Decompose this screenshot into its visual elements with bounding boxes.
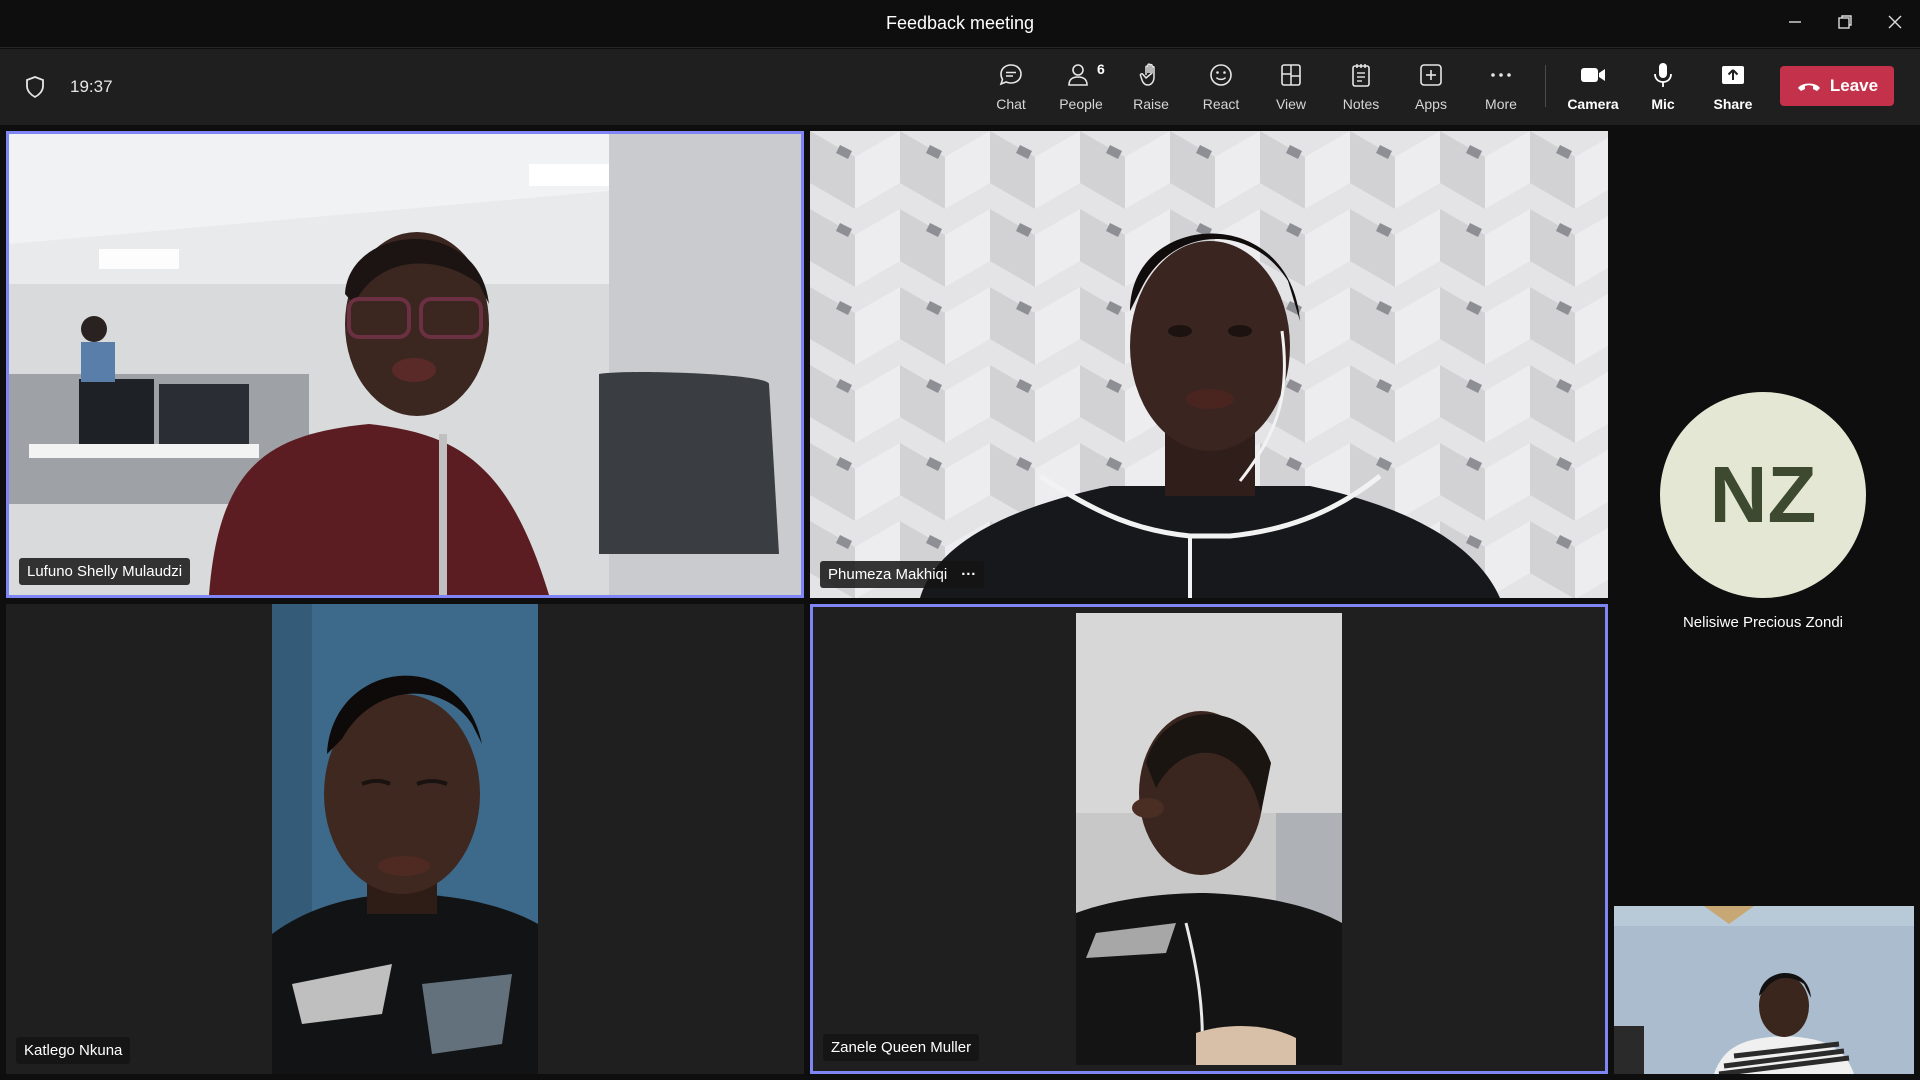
share-label: Share <box>1713 96 1753 112</box>
apps-button[interactable]: Apps <box>1400 59 1462 119</box>
mic-button[interactable]: Mic <box>1632 59 1694 119</box>
restore-button[interactable] <box>1820 0 1870 44</box>
avatar-initials: NZ <box>1709 450 1817 539</box>
raise-label: Raise <box>1133 96 1169 112</box>
share-button[interactable]: Share <box>1702 59 1764 119</box>
participant-video <box>272 604 538 1074</box>
smiley-icon <box>1210 64 1232 86</box>
close-button[interactable] <box>1870 0 1920 44</box>
hang-up-icon <box>1797 83 1820 91</box>
raise-hand-button[interactable]: Raise <box>1120 59 1182 119</box>
add-app-icon <box>1420 64 1442 86</box>
apps-label: Apps <box>1415 96 1447 112</box>
participant-tile-lufuno[interactable]: Lufuno Shelly Mulaudzi <box>6 131 804 598</box>
react-label: React <box>1202 96 1240 112</box>
share-screen-icon <box>1722 66 1744 84</box>
window-controls <box>1770 0 1920 48</box>
participant-more-options[interactable]: ··· <box>961 566 976 583</box>
more-button[interactable]: More <box>1470 59 1532 119</box>
microphone-icon <box>1654 63 1672 87</box>
leave-label: Leave <box>1829 76 1879 95</box>
restore-icon <box>1838 15 1852 29</box>
video-feed-geometric-wall <box>810 131 1608 598</box>
notes-button[interactable]: Notes <box>1330 59 1392 119</box>
more-dots-icon <box>1491 73 1511 77</box>
meeting-toolbar: 19:37 Chat 6 People Raise React View Not… <box>0 49 1920 125</box>
participant-name: Nelisiwe Precious Zondi <box>1682 614 1844 631</box>
participant-video <box>810 131 1608 598</box>
people-button[interactable]: 6 People <box>1050 59 1112 119</box>
participant-name-tag: Lufuno Shelly Mulaudzi <box>19 558 191 585</box>
camera-icon <box>1581 68 1605 82</box>
minimize-icon <box>1789 21 1801 23</box>
self-view-video[interactable] <box>1614 906 1914 1074</box>
participant-name: Katlego Nkuna <box>24 1042 123 1059</box>
more-label: More <box>1485 96 1517 112</box>
title-bar: Feedback meeting <box>0 0 1920 48</box>
video-feed-portrait <box>272 604 538 1074</box>
chat-label: Chat <box>996 96 1026 112</box>
notes-icon <box>1352 64 1370 87</box>
participant-name: Phumeza Makhiqi <box>828 566 948 583</box>
participant-tile-phumeza[interactable]: Phumeza Makhiqi ··· <box>810 131 1608 598</box>
layout-grid-icon <box>1281 64 1301 86</box>
chat-icon <box>999 64 1022 86</box>
raise-hand-icon <box>1139 63 1155 86</box>
video-feed-self <box>1614 906 1914 1074</box>
participant-name-tag: Zanele Queen Muller <box>823 1034 980 1061</box>
participant-video <box>1076 613 1342 1065</box>
notes-label: Notes <box>1342 96 1380 112</box>
view-button[interactable]: View <box>1260 59 1322 119</box>
shield-icon[interactable] <box>24 75 46 99</box>
meeting-timer: 19:37 <box>70 77 113 96</box>
people-label: People <box>1059 96 1103 112</box>
people-icon <box>1068 64 1088 86</box>
participant-name: Lufuno Shelly Mulaudzi <box>27 563 183 580</box>
meeting-title: Feedback meeting <box>885 13 1035 33</box>
participant-tile-katlego[interactable]: Katlego Nkuna <box>6 604 804 1074</box>
video-feed-office <box>9 134 801 595</box>
camera-label: Camera <box>1567 96 1619 112</box>
participant-tile-zanele[interactable]: Zanele Queen Muller <box>810 604 1608 1074</box>
chat-button[interactable]: Chat <box>980 59 1042 119</box>
people-count-badge: 6 <box>1097 61 1105 77</box>
camera-button[interactable]: Camera <box>1562 59 1624 119</box>
video-feed-portrait <box>1076 613 1342 1065</box>
view-label: View <box>1275 96 1307 112</box>
participant-name: Zanele Queen Muller <box>831 1039 972 1056</box>
leave-button[interactable]: Leave <box>1780 66 1894 106</box>
mic-label: Mic <box>1651 96 1675 112</box>
participant-video <box>9 134 801 595</box>
react-button[interactable]: React <box>1190 59 1252 119</box>
close-icon <box>1888 15 1902 29</box>
participant-avatar-nz[interactable]: NZ <box>1660 392 1866 598</box>
toolbar-divider <box>1545 65 1546 107</box>
participant-name-tag: Katlego Nkuna <box>16 1037 131 1064</box>
participant-name-tag: Phumeza Makhiqi ··· <box>820 561 985 588</box>
minimize-button[interactable] <box>1770 0 1820 44</box>
